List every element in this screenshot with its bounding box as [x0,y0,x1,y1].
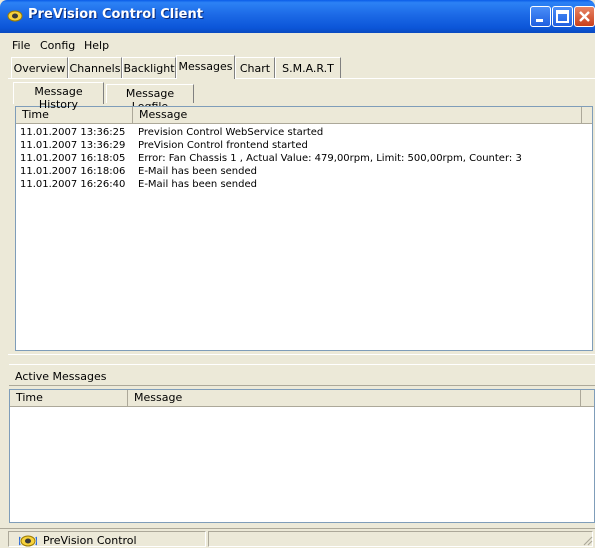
status-pane-main: PreVision Control [8,531,206,547]
panel-splitter[interactable] [8,354,595,359]
row-message: E-Mail has been sended [138,179,257,190]
row-message: Prevision Control WebService started [138,127,324,138]
status-pane-secondary [208,531,593,547]
main-tab-strip: Overview Channels Backlight Messages Cha… [0,55,595,79]
minimize-icon [536,19,543,22]
menu-file[interactable]: File [12,39,30,52]
row-time: 11.01.2007 16:26:40 [20,179,126,190]
tab-overview[interactable]: Overview [11,57,68,78]
active-messages-list[interactable]: Time Message [9,389,595,523]
row-message: E-Mail has been sended [138,166,257,177]
row-time: 11.01.2007 13:36:29 [20,140,126,151]
maximize-icon [556,10,569,23]
tab-panel-border [8,78,595,79]
close-button[interactable] [574,6,595,27]
row-message: PreVision Control frontend started [138,140,308,151]
app-logo-icon [7,10,23,22]
menu-help[interactable]: Help [84,39,109,52]
tab-messages[interactable]: Messages [176,55,235,79]
close-icon [579,11,590,22]
window-title: PreVision Control Client [28,7,203,22]
tab-backlight[interactable]: Backlight [122,57,176,78]
active-messages-label: Active Messages [9,364,595,386]
menu-bar: File Config Help [0,33,595,55]
message-history-list[interactable]: Time Message 11.01.2007 13:36:25 Previsi… [15,106,593,351]
subtab-message-logfile[interactable]: Message Logfile [106,84,194,113]
title-bar[interactable]: PreVision Control Client [0,0,595,33]
maximize-button[interactable] [552,6,573,27]
row-time: 11.01.2007 16:18:05 [20,153,126,164]
history-header: Time Message [16,107,592,124]
column-message[interactable]: Message [133,107,582,123]
minimize-button[interactable] [530,6,551,27]
row-message: Error: Fan Chassis 1 , Actual Value: 479… [138,153,522,164]
tab-smart[interactable]: S.M.A.R.T [275,57,341,78]
tab-chart[interactable]: Chart [235,57,275,78]
row-time: 11.01.2007 13:36:25 [20,127,126,138]
column-time[interactable]: Time [10,390,128,406]
tab-channels[interactable]: Channels [68,57,122,78]
active-header: Time Message [10,390,594,407]
subtab-message-history[interactable]: Message History [13,82,104,111]
status-bar: PreVision Control [0,528,595,548]
column-message[interactable]: Message [128,390,581,406]
resize-grip-icon[interactable] [581,534,593,546]
menu-config[interactable]: Config [40,39,75,52]
app-status-icon [19,535,37,547]
row-time: 11.01.2007 16:18:06 [20,166,126,177]
status-text: PreVision Control [43,534,137,547]
